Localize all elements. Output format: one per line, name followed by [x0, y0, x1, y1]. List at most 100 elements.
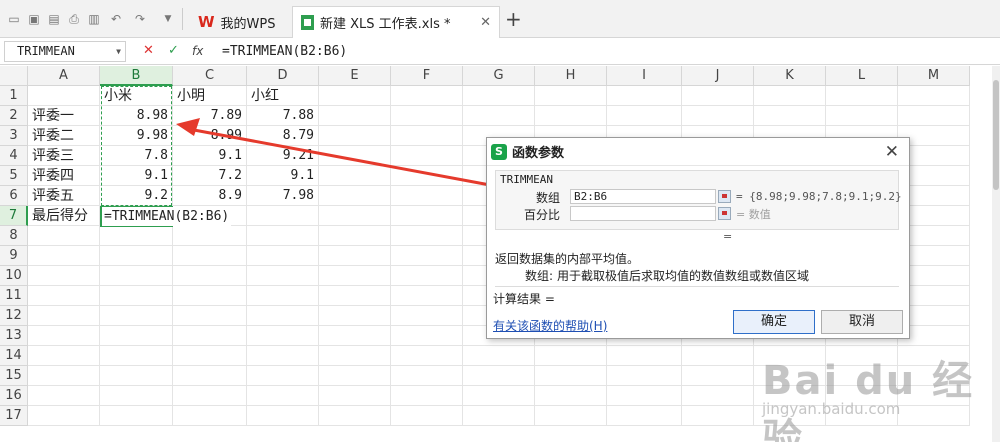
- cell-g15[interactable]: [463, 366, 535, 386]
- cell-c10[interactable]: [173, 266, 247, 286]
- cell-a7[interactable]: 最后得分: [28, 206, 100, 226]
- dialog-close-icon[interactable]: ✕: [885, 142, 899, 162]
- cell-a17[interactable]: [28, 406, 100, 426]
- cell-j17[interactable]: [682, 406, 754, 426]
- folder-icon[interactable]: ▭: [6, 11, 22, 27]
- cell-d12[interactable]: [247, 306, 319, 326]
- cell-a14[interactable]: [28, 346, 100, 366]
- cell-b1[interactable]: 小米: [100, 86, 173, 106]
- column-header-f[interactable]: F: [391, 66, 463, 86]
- row-header-3[interactable]: 3: [0, 126, 28, 146]
- insert-function-icon[interactable]: fx: [192, 43, 203, 59]
- cell-b10[interactable]: [100, 266, 173, 286]
- cell-c15[interactable]: [173, 366, 247, 386]
- vertical-scrollbar-thumb[interactable]: [993, 80, 999, 190]
- row-header-1[interactable]: 1: [0, 86, 28, 106]
- cell-e12[interactable]: [319, 306, 391, 326]
- cell-l1[interactable]: [826, 86, 898, 106]
- print-preview-icon[interactable]: ▥: [86, 11, 102, 27]
- cell-f12[interactable]: [391, 306, 463, 326]
- cell-b14[interactable]: [100, 346, 173, 366]
- cell-d4[interactable]: 9.21: [247, 146, 319, 166]
- cell-a3[interactable]: 评委二: [28, 126, 100, 146]
- row-header-10[interactable]: 10: [0, 266, 28, 286]
- cell-c6[interactable]: 8.9: [173, 186, 247, 206]
- cell-c12[interactable]: [173, 306, 247, 326]
- cell-f5[interactable]: [391, 166, 463, 186]
- row-header-12[interactable]: 12: [0, 306, 28, 326]
- cell-j14[interactable]: [682, 346, 754, 366]
- cell-e2[interactable]: [319, 106, 391, 126]
- cell-j15[interactable]: [682, 366, 754, 386]
- cell-m1[interactable]: [898, 86, 970, 106]
- cell-b7-edit-text[interactable]: =TRIMMEAN(B2:B6): [102, 207, 232, 226]
- tab-my-wps[interactable]: W 我的WPS: [190, 6, 290, 38]
- save-icon[interactable]: ▣: [26, 11, 42, 27]
- cell-b12[interactable]: [100, 306, 173, 326]
- cell-g14[interactable]: [463, 346, 535, 366]
- row-header-14[interactable]: 14: [0, 346, 28, 366]
- cell-d2[interactable]: 7.88: [247, 106, 319, 126]
- cell-c14[interactable]: [173, 346, 247, 366]
- column-header-l[interactable]: L: [826, 66, 898, 86]
- ok-button[interactable]: 确定: [733, 310, 815, 334]
- tab-document[interactable]: 新建 XLS 工作表.xls * ✕: [292, 6, 500, 38]
- cell-g17[interactable]: [463, 406, 535, 426]
- export-icon[interactable]: ▤: [46, 11, 62, 27]
- column-header-j[interactable]: J: [682, 66, 754, 86]
- cell-f4[interactable]: [391, 146, 463, 166]
- cell-f17[interactable]: [391, 406, 463, 426]
- cell-f16[interactable]: [391, 386, 463, 406]
- cell-a10[interactable]: [28, 266, 100, 286]
- cell-e15[interactable]: [319, 366, 391, 386]
- column-header-g[interactable]: G: [463, 66, 535, 86]
- row-header-2[interactable]: 2: [0, 106, 28, 126]
- cell-d8[interactable]: [247, 226, 319, 246]
- cell-c3[interactable]: 8.99: [173, 126, 247, 146]
- redo-icon[interactable]: ↷: [132, 11, 148, 27]
- cell-c1[interactable]: 小明: [173, 86, 247, 106]
- cell-d1[interactable]: 小红: [247, 86, 319, 106]
- cell-f14[interactable]: [391, 346, 463, 366]
- array-input[interactable]: B2:B6: [570, 189, 716, 204]
- column-header-b[interactable]: B: [100, 66, 173, 86]
- cell-l2[interactable]: [826, 106, 898, 126]
- cell-a4[interactable]: 评委三: [28, 146, 100, 166]
- formula-input[interactable]: =TRIMMEAN(B2:B6): [222, 42, 347, 61]
- cell-b6[interactable]: 9.2: [100, 186, 173, 206]
- cell-e9[interactable]: [319, 246, 391, 266]
- cell-h15[interactable]: [535, 366, 607, 386]
- cell-e11[interactable]: [319, 286, 391, 306]
- cell-a5[interactable]: 评委四: [28, 166, 100, 186]
- cell-f6[interactable]: [391, 186, 463, 206]
- cell-e4[interactable]: [319, 146, 391, 166]
- cell-e6[interactable]: [319, 186, 391, 206]
- column-header-e[interactable]: E: [319, 66, 391, 86]
- row-header-15[interactable]: 15: [0, 366, 28, 386]
- select-all-corner[interactable]: [0, 66, 28, 86]
- cell-i1[interactable]: [607, 86, 682, 106]
- cell-f3[interactable]: [391, 126, 463, 146]
- cell-j16[interactable]: [682, 386, 754, 406]
- row-header-17[interactable]: 17: [0, 406, 28, 426]
- new-tab-button[interactable]: +: [505, 9, 522, 29]
- column-header-i[interactable]: I: [607, 66, 682, 86]
- row-header-9[interactable]: 9: [0, 246, 28, 266]
- cell-b16[interactable]: [100, 386, 173, 406]
- cell-b4[interactable]: 7.8: [100, 146, 173, 166]
- cell-e5[interactable]: [319, 166, 391, 186]
- cell-d5[interactable]: 9.1: [247, 166, 319, 186]
- cell-b9[interactable]: [100, 246, 173, 266]
- cell-c17[interactable]: [173, 406, 247, 426]
- cell-a6[interactable]: 评委五: [28, 186, 100, 206]
- cell-c13[interactable]: [173, 326, 247, 346]
- cell-f13[interactable]: [391, 326, 463, 346]
- cell-i15[interactable]: [607, 366, 682, 386]
- cell-a11[interactable]: [28, 286, 100, 306]
- column-header-d[interactable]: D: [247, 66, 319, 86]
- cell-f7[interactable]: [391, 206, 463, 226]
- cell-b13[interactable]: [100, 326, 173, 346]
- cell-a16[interactable]: [28, 386, 100, 406]
- array-range-picker-icon[interactable]: [718, 190, 731, 203]
- cell-d11[interactable]: [247, 286, 319, 306]
